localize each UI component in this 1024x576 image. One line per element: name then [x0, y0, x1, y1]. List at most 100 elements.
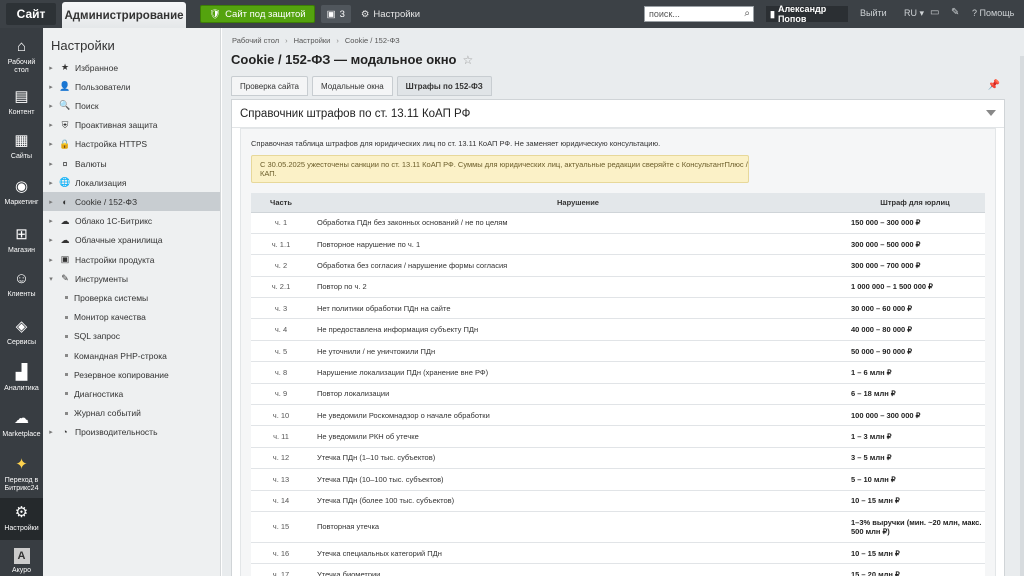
sidebar-item[interactable]: ▸ ☁ Облако 1С-Битрикс [43, 212, 220, 231]
chevron-right-icon[interactable]: ▸ [43, 179, 59, 187]
table-row: ч. 11 Не уведомили РКН об утечке 1 – 3 млн… [251, 425, 985, 448]
chevron-right-icon[interactable]: ▸ [43, 102, 59, 110]
rail-item-settings[interactable]: ⚙ Настройки [0, 498, 43, 540]
bullet-icon [65, 411, 68, 415]
sidebar-item[interactable]: ▸ ◐ Cookie / 152-ФЗ [43, 192, 220, 212]
cell-part: ч. 1.1 [251, 233, 311, 256]
table-row: ч. 4 Не предоставлена информация субъекту… [251, 318, 985, 341]
tab-modal-windows[interactable]: Модальные окна [312, 76, 393, 96]
sidebar-subitem[interactable]: Диагностика [43, 384, 220, 403]
chevron-right-icon[interactable]: ▸ [43, 121, 59, 129]
cell-part: ч. 1 [251, 212, 311, 234]
site-protected-button[interactable]: 🛡 Сайт под защитой [200, 5, 315, 23]
table-row: ч. 9 Повтор локализации 6 – 18 млн ₽ [251, 383, 985, 406]
cell-fine: 300 000 – 500 000 ₽ [845, 233, 985, 256]
pin-icon[interactable]: 📌 [988, 80, 1000, 91]
sidebar-item[interactable]: ▸ ★ Избранное [43, 58, 220, 77]
rail-label: Аналитика [4, 385, 39, 392]
bullet-icon [65, 315, 68, 319]
sidebar-subitem[interactable]: Резервное копирование [43, 365, 220, 384]
column-header-fine: Штраф для юрлиц [845, 193, 985, 213]
sidebar-item[interactable]: ▸ 👤 Пользователи [43, 77, 220, 96]
sidebar-item[interactable]: ▸ ⛨ Проактивная защита [43, 116, 220, 135]
rail-item-desktop[interactable]: ⌂ Рабочий стол [0, 38, 43, 75]
cell-fine: 1 – 6 млн ₽ [845, 361, 985, 384]
sidebar-subitem[interactable]: SQL запрос [43, 327, 220, 346]
cell-fine: 300 000 – 700 000 ₽ [845, 254, 985, 277]
chevron-right-icon[interactable]: ▸ [43, 217, 59, 225]
bullet-icon [65, 373, 68, 377]
window-icon[interactable]: ▭ [930, 7, 939, 18]
rail-item-acuro[interactable]: A Акуро [0, 548, 43, 575]
chevron-right-icon[interactable]: ▸ [43, 140, 59, 148]
sidebar-item[interactable]: ▸ ☁ Облачные хранилища [43, 231, 220, 250]
sidebar-subitem[interactable]: Журнал событий [43, 404, 220, 423]
rail-item-marketplace[interactable]: ☁ Marketplace [0, 410, 43, 439]
rail-item-marketing[interactable]: ◉ Маркетинг [0, 178, 43, 207]
sidebar-item[interactable]: ▸ ◔ Производительность [43, 423, 220, 442]
user-icon: ▮ [770, 8, 775, 19]
sidebar-item[interactable]: ▸ 🌐 Локализация [43, 173, 220, 192]
sidebar-item[interactable]: ▾ ✎ Инструменты [43, 269, 220, 288]
sidebar-subitem[interactable]: Проверка системы [43, 288, 220, 307]
sidebar-item[interactable]: ▸ ▣ Настройки продукта [43, 250, 220, 269]
favorite-star-icon[interactable]: ☆ [462, 53, 473, 67]
pin-icon[interactable]: ✎ [951, 7, 959, 18]
cell-part: ч. 5 [251, 340, 311, 363]
storage-icon: ☁ [60, 234, 70, 245]
currency-icon: ¤ [62, 158, 68, 169]
cell-fine: 100 000 – 300 000 ₽ [845, 404, 985, 427]
rail-item-services[interactable]: ◈ Сервисы [0, 318, 43, 347]
cell-part: ч. 11 [251, 425, 311, 448]
cell-fine: 150 000 – 300 000 ₽ [845, 212, 985, 234]
rail-item-sites[interactable]: ▦ Сайты [0, 132, 43, 161]
logout-link[interactable]: Выйти [860, 8, 887, 18]
chevron-right-icon[interactable]: ▸ [43, 256, 59, 264]
settings-button[interactable]: ⚙ Настройки [361, 9, 420, 20]
sidebar-subitem[interactable]: Монитор качества [43, 308, 220, 327]
sidebar-subitem[interactable]: Командная PHP-строка [43, 346, 220, 365]
sidebar-item[interactable]: ▸ 🔒 Настройка HTTPS [43, 135, 220, 154]
sidebar-subitem-label: Командная PHP-строка [74, 350, 167, 361]
rail-item-clients[interactable]: ☺ Клиенты [0, 270, 43, 299]
rail-item-shop[interactable]: ⊞ Магазин [0, 226, 43, 255]
user-menu[interactable]: ▮ Александр Попов [766, 4, 848, 24]
cell-violation: Повторное нарушение по ч. 1 [311, 233, 845, 256]
main-content: Рабочий стол › Настройки › Cookie / 152-ФЗ C… [222, 28, 1024, 576]
tab-site-check[interactable]: Проверка сайта [231, 76, 308, 96]
breadcrumb-item[interactable]: Cookie / 152-ФЗ [345, 36, 400, 45]
page-title: Cookie / 152-ФЗ — модальное окно ☆ [231, 52, 473, 67]
rail-item-bitrix24[interactable]: ✦ Переход в Битрикс24 [0, 456, 43, 493]
chevron-right-icon[interactable]: ▸ [43, 64, 59, 72]
panel-description: Справочная таблица штрафов для юридическ… [251, 139, 661, 148]
tab-fines-152fz[interactable]: Штрафы по 152-ФЗ [396, 76, 492, 96]
chevron-right-icon[interactable]: ▸ [43, 83, 59, 91]
lock-icon: 🔒 [59, 138, 71, 149]
collapse-caret-icon[interactable] [986, 110, 996, 116]
breadcrumb-item[interactable]: Рабочий стол [232, 36, 279, 45]
chevron-right-icon[interactable]: ▸ [43, 428, 59, 436]
chevron-right-icon[interactable]: ▸ [43, 198, 59, 206]
table-row: ч. 12 Утечка ПДн (1–10 тыс. субъектов) 3 –… [251, 447, 985, 470]
cell-violation: Утечка ПДн (1–10 тыс. субъектов) [311, 447, 845, 470]
rail-item-content[interactable]: ▤ Контент [0, 88, 43, 117]
sidebar-item[interactable]: ▸ 🔍 Поиск [43, 96, 220, 115]
cell-part: ч. 9 [251, 383, 311, 406]
search-icon[interactable]: ⌕ [744, 8, 750, 19]
scrollbar[interactable] [1020, 56, 1024, 576]
site-tab[interactable]: Сайт [6, 3, 56, 25]
rail-item-analytics[interactable]: ▟ Аналитика [0, 364, 43, 393]
top-bar: Сайт Администрирование 🛡 Сайт под защито… [0, 0, 1024, 30]
help-link[interactable]: ? Помощь [972, 8, 1014, 18]
search-input[interactable]: поиск... ⌕ [644, 6, 754, 22]
breadcrumb-item[interactable]: Настройки [294, 36, 331, 45]
language-selector[interactable]: RU ▾ [904, 8, 924, 19]
notifications-button[interactable]: ▣ 3 [320, 5, 351, 23]
chevron-down-icon[interactable]: ▾ [43, 275, 59, 283]
sidebar-item[interactable]: ▸ ¤ Валюты [43, 154, 220, 173]
settings-icon: ⚙ [14, 504, 29, 521]
chevron-right-icon[interactable]: ▸ [43, 160, 59, 168]
analytics-icon: ▟ [15, 364, 28, 381]
admin-tab[interactable]: Администрирование [62, 2, 186, 30]
chevron-right-icon[interactable]: ▸ [43, 236, 59, 244]
